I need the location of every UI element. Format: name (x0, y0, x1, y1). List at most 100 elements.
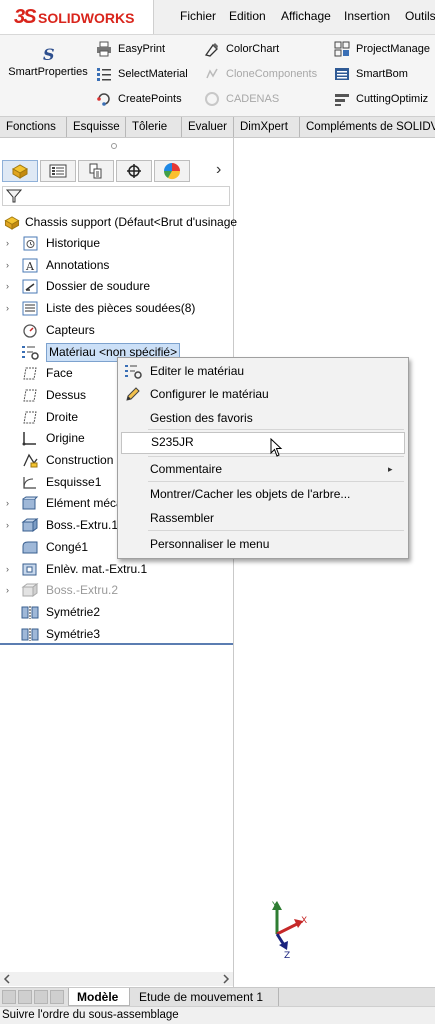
createpoints-button[interactable]: CreatePoints (96, 91, 182, 107)
tab-evaluer[interactable]: Evaluer (182, 117, 234, 137)
selectmaterial-label: SelectMaterial (118, 67, 188, 80)
menu-item-collapse[interactable]: Rassembler (118, 507, 408, 529)
projectmanager-button[interactable]: ProjectManage (334, 41, 430, 57)
scroll-left-icon[interactable] (2, 974, 12, 984)
tree-root-label: Chassis support (Défaut<Brut d'usinage (25, 215, 238, 229)
featuremanager-icon (11, 164, 29, 179)
tree-item-label: Origine (46, 431, 85, 446)
menu-bar: 3S SOLIDWORKS Fichier Edition Affichage … (0, 0, 435, 35)
rollback-bar[interactable] (0, 643, 233, 645)
tree-item-dossier-de-soudure[interactable]: › Dossier de soudure (0, 276, 233, 297)
smartbom-button[interactable]: SmartBom (334, 66, 408, 82)
clonecomponents-button[interactable]: CloneComponents (204, 66, 317, 82)
smartbom-icon (335, 68, 349, 80)
projectmanager-label: ProjectManage (356, 42, 430, 55)
solidworks-logo[interactable]: 3S SOLIDWORKS (0, 0, 154, 34)
expand-arrow-icon[interactable]: › (6, 276, 14, 297)
tab-modele[interactable]: Modèle (68, 988, 130, 1006)
colorchart-button[interactable]: ColorChart (204, 41, 279, 57)
expand-arrow-icon[interactable]: › (6, 559, 14, 580)
tree-item-label: Droite (46, 409, 79, 424)
mirror-icon (21, 605, 39, 620)
panel-tabs-scroll-right[interactable]: › (216, 161, 221, 179)
menu-affichage[interactable]: Affichage (281, 9, 331, 23)
tab-displaymanager[interactable] (154, 160, 190, 182)
expand-arrow-icon[interactable]: › (6, 255, 14, 276)
smartbom-label: SmartBom (356, 67, 408, 80)
tree-root-part[interactable]: Chassis support (Défaut<Brut d'usinage (0, 212, 237, 233)
configurationmanager-icon (89, 163, 102, 179)
expand-arrow-icon[interactable]: › (6, 493, 14, 514)
sensors-icon (21, 323, 39, 338)
panel-splitter-handle[interactable] (111, 143, 117, 149)
tree-filter-bar[interactable] (2, 186, 230, 206)
tree-item-label: Historique (46, 236, 101, 250)
svg-text:A: A (25, 260, 35, 273)
tab-esquisse[interactable]: Esquisse (67, 117, 126, 137)
expand-arrow-icon[interactable]: › (6, 298, 14, 319)
tree-item-boss-extru-2[interactable]: › Boss.-Extru.2 (0, 580, 233, 601)
smartproperties-button[interactable]: S SmartProperties (6, 45, 90, 85)
menu-item-comment[interactable]: Commentaire ▸ (118, 458, 408, 480)
menu-separator (148, 530, 404, 531)
menu-item-label: Rassembler (150, 511, 215, 525)
menu-item-label: Commentaire (150, 462, 223, 476)
tree-item-enlev-mat-extru-1[interactable]: › Enlèv. mat.-Extru.1 (0, 559, 233, 580)
extrude-suppressed-icon (21, 583, 39, 598)
menu-item-favorites[interactable]: Gestion des favoris (118, 407, 408, 429)
tree-item-symetrie3[interactable]: Symétrie3 (0, 624, 233, 645)
view-orientation-triad[interactable]: Y X Z (266, 898, 316, 960)
extrude-icon (21, 518, 39, 533)
menu-item-s235jr[interactable]: S235JR (121, 432, 405, 454)
mouse-cursor-icon (270, 438, 283, 457)
cutting-optimizer-icon (335, 94, 349, 106)
scroll-right-icon[interactable] (221, 974, 231, 984)
easyprint-button[interactable]: EasyPrint (96, 41, 165, 57)
tab-configurationmanager[interactable] (78, 160, 114, 182)
menu-insertion[interactable]: Insertion (344, 9, 390, 23)
weldment-folder-icon (21, 279, 39, 294)
expand-arrow-icon[interactable]: › (6, 233, 14, 254)
tree-item-historique[interactable]: › Historique (0, 233, 233, 254)
pencil-icon (126, 387, 140, 401)
submenu-arrow-icon: ▸ (388, 464, 393, 474)
tab-fonctions[interactable]: Fonctions (0, 117, 67, 137)
tab-propertymanager[interactable] (40, 160, 76, 182)
menu-edition[interactable]: Edition (229, 9, 266, 23)
annotations-icon: A (21, 258, 39, 273)
menu-item-show-hide-tree-items[interactable]: Montrer/Cacher les objets de l'arbre... (118, 483, 408, 505)
panel-tabs: › (0, 160, 233, 184)
tab-tolerie[interactable]: Tôlerie (126, 117, 182, 137)
tree-item-liste-pieces-soudees[interactable]: › Liste des pièces soudées(8) (0, 298, 233, 319)
tab-dimxpert[interactable]: DimXpert (234, 117, 300, 137)
prev-tab-button[interactable] (18, 990, 32, 1004)
createpoints-label: CreatePoints (118, 92, 182, 105)
crosshair-icon (127, 164, 141, 178)
menu-fichier[interactable]: Fichier (180, 9, 216, 23)
menu-item-configure-material[interactable]: Configurer le matériau (118, 383, 408, 405)
tree-item-label: Symétrie2 (46, 604, 101, 619)
tab-dimxpertmanager[interactable] (116, 160, 152, 182)
expand-arrow-icon[interactable]: › (6, 515, 14, 536)
colorchart-icon (204, 43, 218, 57)
cadenas-button[interactable]: CADENAS (204, 91, 279, 107)
next-tab-button[interactable] (34, 990, 48, 1004)
last-tab-button[interactable] (50, 990, 64, 1004)
menu-outils[interactable]: Outils (405, 9, 435, 23)
menu-item-customize-menu[interactable]: Personnaliser le menu (118, 533, 408, 555)
menu-item-edit-material[interactable]: Editer le matériau (118, 360, 408, 382)
material-list-icon (97, 68, 111, 81)
expand-arrow-icon[interactable]: › (6, 580, 14, 601)
tree-item-symetrie2[interactable]: Symétrie2 (0, 602, 233, 623)
cuttingoptimizer-button[interactable]: CuttingOptimiz (334, 91, 428, 107)
tab-complements[interactable]: Compléments de SOLIDV (300, 117, 435, 137)
tree-horizontal-scrollbar[interactable] (0, 972, 233, 986)
tree-item-annotations[interactable]: › A Annotations (0, 255, 233, 276)
selectmaterial-button[interactable]: SelectMaterial (96, 66, 188, 82)
tab-etude-de-mouvement[interactable]: Etude de mouvement 1 (131, 988, 279, 1006)
smartproperties-label: SmartProperties (8, 66, 88, 78)
tab-nav-buttons (2, 990, 66, 1004)
tree-item-capteurs[interactable]: Capteurs (0, 320, 233, 341)
tab-featuremanager[interactable] (2, 160, 38, 182)
first-tab-button[interactable] (2, 990, 16, 1004)
